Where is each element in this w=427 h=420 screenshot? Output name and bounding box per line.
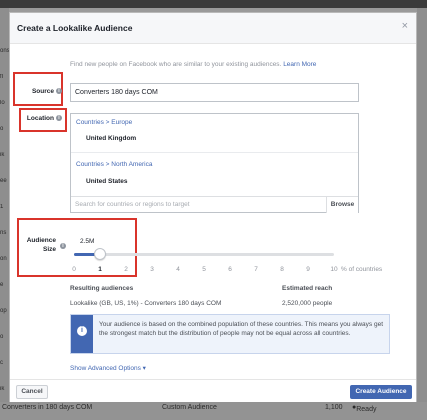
learn-more-link[interactable]: Learn More xyxy=(283,61,316,68)
create-audience-button[interactable]: Create Audience xyxy=(350,385,412,399)
dialog-title: Create a Lookalike Audience xyxy=(17,23,133,33)
info-notice: i Your audience is based on the combined… xyxy=(70,314,390,354)
source-label: Source i xyxy=(20,88,62,95)
slider-tick-label: 1 xyxy=(98,266,102,273)
slider-tick-label: 0 xyxy=(72,266,76,273)
info-icon[interactable]: i xyxy=(56,115,62,122)
location-search-input[interactable]: Search for countries or regions to targe… xyxy=(71,196,358,213)
top-strip xyxy=(0,0,427,8)
slider-tick-label: 10 xyxy=(330,266,338,273)
resulting-audience-value: Lookalike (GB, US, 1%) - Converters 180 … xyxy=(70,300,222,307)
background-text-fragment: c xyxy=(0,360,3,366)
browse-button[interactable]: Browse xyxy=(326,197,358,213)
background-text-fragment: ik xyxy=(0,386,5,392)
background-page-bottom: Converters in 180 days COM Custom Audien… xyxy=(0,402,427,420)
background-text-fragment: e xyxy=(0,282,4,288)
slider-tick-label: 7 xyxy=(254,266,258,273)
audience-size-label: Audience Size xyxy=(26,237,56,253)
divider xyxy=(71,152,358,153)
slider-unit-label: % of countries xyxy=(341,266,383,273)
background-text-fragment: o xyxy=(0,334,4,340)
background-text-fragment: o xyxy=(0,126,4,132)
info-icon[interactable]: i xyxy=(60,243,66,249)
bg-row-status: ● Ready xyxy=(352,404,377,413)
bg-row-name: Converters in 180 days COM xyxy=(2,404,93,411)
background-page-left: ons fl lo o ik ee 1 ns on e op o c ik xyxy=(0,8,9,420)
close-icon[interactable]: × xyxy=(402,20,408,32)
resulting-audiences-header: Resulting audiences xyxy=(70,285,134,292)
lookalike-dialog: Create a Lookalike Audience × Find new p… xyxy=(9,12,417,402)
location-label: Location i xyxy=(20,115,62,122)
background-text-fragment: lo xyxy=(0,100,5,106)
bg-row-count: 1,100 xyxy=(325,404,343,411)
background-text-fragment: ee xyxy=(0,178,7,184)
background-text-fragment: op xyxy=(0,308,7,314)
location-country[interactable]: United States xyxy=(86,178,128,185)
slider-tick-label: 6 xyxy=(228,266,232,273)
background-text-fragment: ns xyxy=(0,230,7,236)
dialog-footer: Cancel Create Audience xyxy=(10,379,416,402)
slider-tick-label: 8 xyxy=(280,266,284,273)
dialog-header: Create a Lookalike Audience × xyxy=(10,13,416,44)
estimated-reach-value: 2,520,000 people xyxy=(282,300,333,307)
region-path[interactable]: Countries > North America xyxy=(76,161,152,168)
background-text-fragment: on xyxy=(0,256,7,262)
slider-tick-label: 2 xyxy=(124,266,128,273)
show-advanced-options-link[interactable]: Show Advanced Options ▾ xyxy=(70,364,146,372)
location-box: Countries > Europe United Kingdom Countr… xyxy=(70,113,359,213)
region-path[interactable]: Countries > Europe xyxy=(76,119,132,126)
info-icon: i xyxy=(77,326,87,336)
slider-tick-label: 3 xyxy=(150,266,154,273)
cancel-button[interactable]: Cancel xyxy=(16,385,48,399)
estimated-reach-header: Estimated reach xyxy=(282,285,333,292)
location-country[interactable]: United Kingdom xyxy=(86,135,136,142)
background-page-right xyxy=(417,8,427,420)
background-text-fragment: fl xyxy=(0,74,3,80)
audience-size-estimate: 2.5M xyxy=(80,238,95,245)
intro-text: Find new people on Facebook who are simi… xyxy=(70,61,317,68)
audience-size-slider[interactable] xyxy=(74,253,334,256)
background-text-fragment: ons xyxy=(0,48,9,54)
slider-tick-label: 9 xyxy=(306,266,310,273)
info-icon[interactable]: i xyxy=(56,88,62,95)
notice-accent-bar: i xyxy=(71,315,93,353)
source-input[interactable]: Converters 180 days COM xyxy=(70,83,359,102)
slider-tick-label: 4 xyxy=(176,266,180,273)
notice-text: Your audience is based on the combined p… xyxy=(99,321,384,337)
bg-row-type: Custom Audience xyxy=(162,404,217,411)
slider-tick-label: 5 xyxy=(202,266,206,273)
slider-handle[interactable] xyxy=(94,248,106,260)
background-text-fragment: ik xyxy=(0,152,5,158)
background-text-fragment: 1 xyxy=(0,204,4,210)
